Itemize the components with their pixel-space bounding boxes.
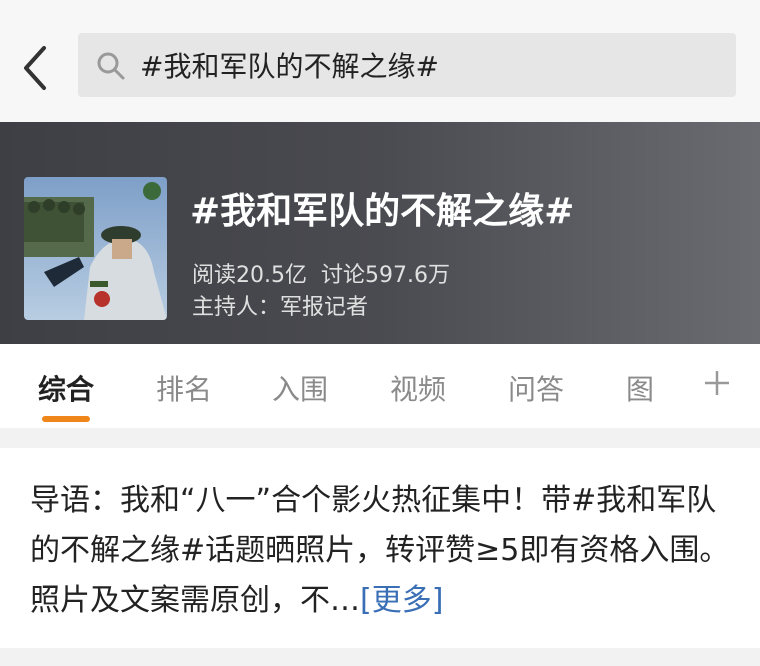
back-arrow-icon	[24, 46, 46, 90]
read-count: 阅读20.5亿	[192, 263, 307, 288]
topic-host: 主持人：军报记者	[192, 295, 369, 320]
topic-stats: 阅读20.5亿 讨论597.6万	[192, 257, 464, 289]
tab-pictures[interactable]: 图	[626, 368, 654, 408]
tab-qa[interactable]: 问答	[508, 368, 564, 408]
search-box[interactable]	[78, 33, 736, 97]
more-link[interactable]: [更多]	[360, 583, 443, 618]
tab-video[interactable]: 视频	[390, 368, 446, 408]
topic-title: #我和军队的不解之缘#	[190, 191, 575, 232]
discussion-count: 讨论597.6万	[321, 263, 450, 288]
plus-icon[interactable]	[700, 366, 734, 400]
tab-shortlist[interactable]: 入围	[272, 368, 328, 408]
topic-tabs: 综合 排名 入围 视频 问答 图	[0, 344, 760, 428]
topic-banner: #我和军队的不解之缘# 阅读20.5亿 讨论597.6万 主持人：军报记者	[0, 122, 760, 344]
back-button[interactable]	[18, 40, 58, 96]
search-icon	[97, 52, 125, 80]
intro-card: 导语：我和“八一”合个影火热征集中！带#我和军队的不解之缘#话题晒照片，转评赞≥…	[0, 448, 760, 648]
tab-general[interactable]: 综合	[38, 368, 94, 408]
search-input[interactable]	[140, 43, 720, 87]
intro-paragraph: 导语：我和“八一”合个影火热征集中！带#我和军队的不解之缘#话题晒照片，转评赞≥…	[30, 476, 735, 626]
active-tab-indicator	[42, 416, 90, 422]
top-search-bar	[0, 0, 760, 122]
topic-thumbnail	[24, 177, 167, 320]
tab-ranking[interactable]: 排名	[156, 368, 212, 408]
